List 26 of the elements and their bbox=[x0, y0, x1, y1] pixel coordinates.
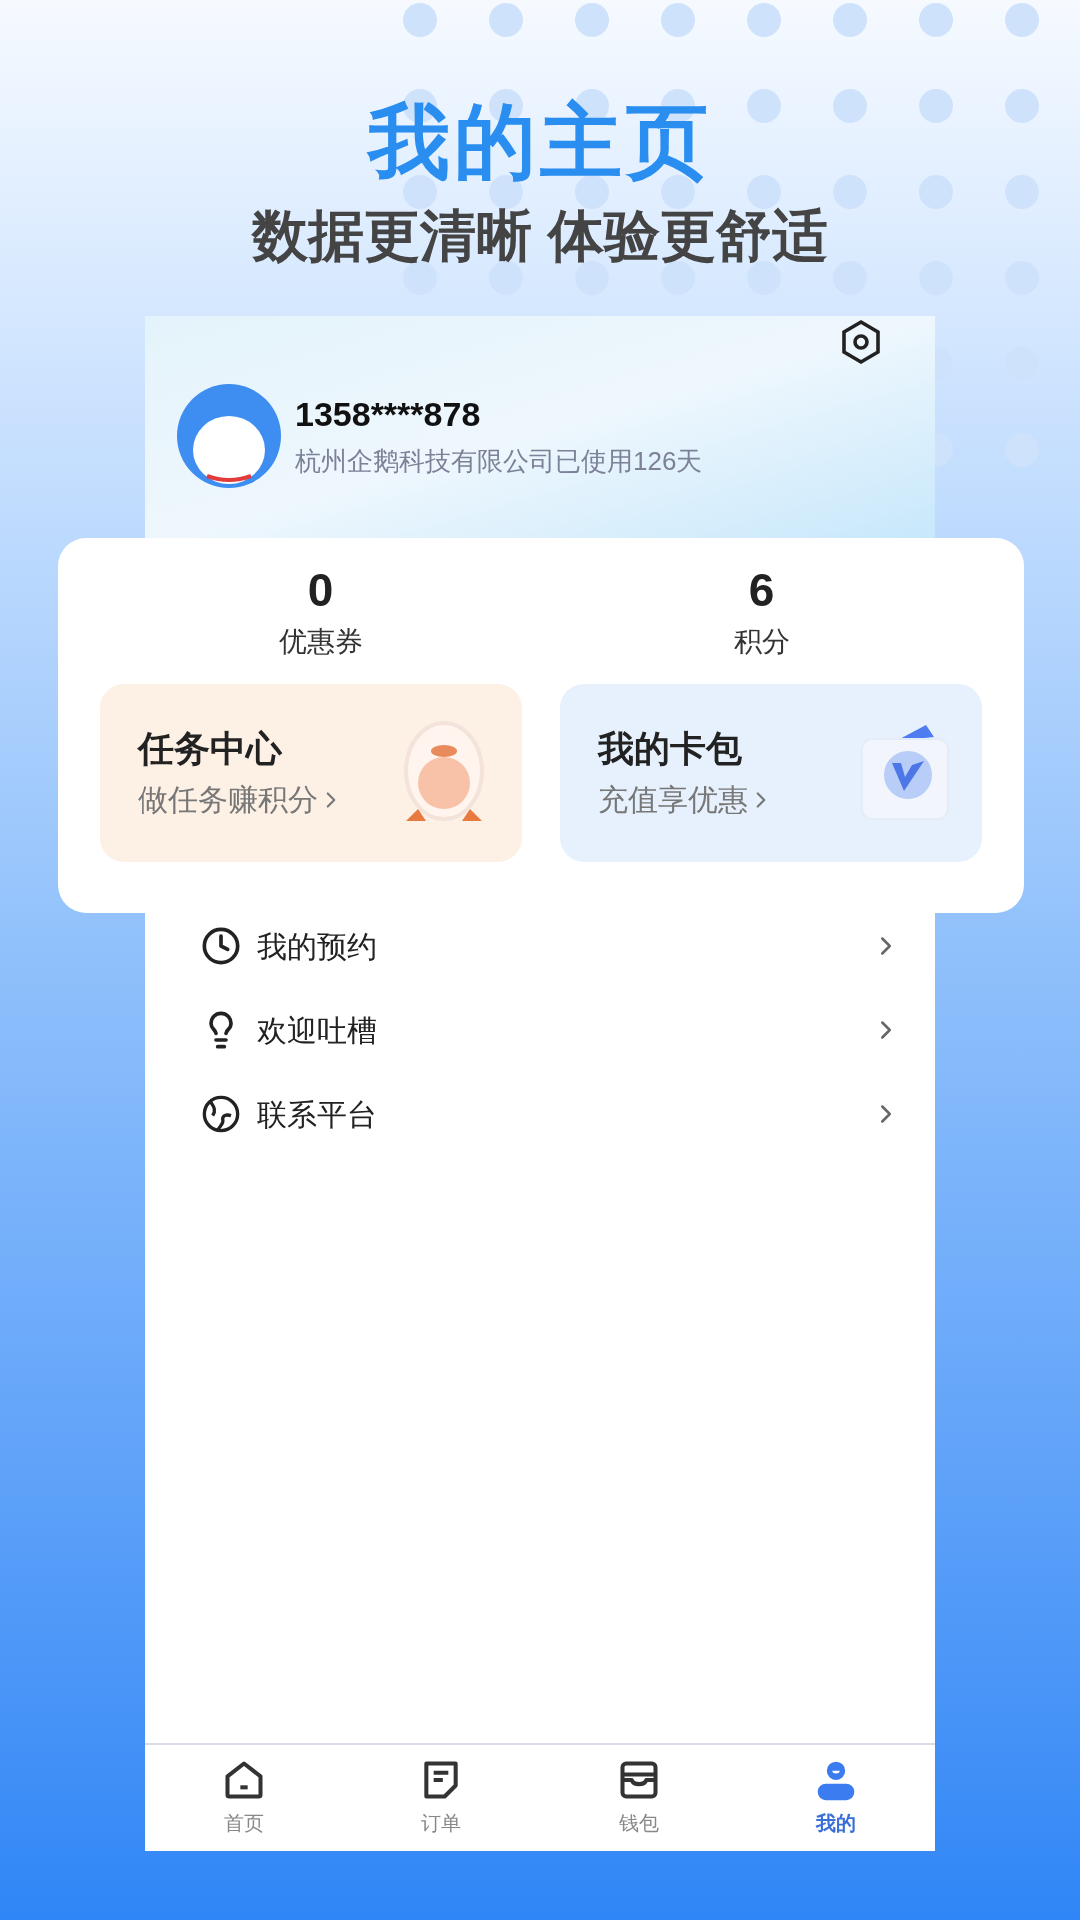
stat-value: 6 bbox=[748, 563, 775, 618]
phone-number: 1358****878 bbox=[295, 394, 482, 435]
tab-item[interactable]: 订单 bbox=[342, 1758, 540, 1838]
hero-title: 我的主页 bbox=[368, 95, 712, 189]
hero-subtitle: 数据更清晰 体验更舒适 bbox=[252, 203, 828, 269]
stat-label: 优惠券 bbox=[278, 625, 363, 659]
tab-item[interactable]: 首页 bbox=[145, 1758, 343, 1838]
menu-label: 联系平台 bbox=[257, 1096, 378, 1133]
menu-item[interactable]: 我的预约 bbox=[145, 918, 935, 974]
promo-card[interactable]: 我的卡包 充值享优惠 bbox=[560, 684, 982, 862]
stat-label: 积分 bbox=[733, 625, 790, 659]
promo-subtitle: 充值享优惠 bbox=[598, 782, 748, 818]
promo-card[interactable]: 任务中心 做任务赚积分 bbox=[100, 684, 522, 862]
tab-item[interactable]: 我的 bbox=[737, 1758, 935, 1838]
menu-item[interactable]: 欢迎吐槽 bbox=[145, 1002, 935, 1058]
promo-subtitle: 做任务赚积分 bbox=[138, 782, 318, 818]
menu-label: 我的预约 bbox=[257, 928, 378, 965]
tab-item[interactable]: 钱包 bbox=[540, 1758, 738, 1838]
account-note: 杭州企鹅科技有限公司已使用126天 bbox=[295, 445, 703, 478]
menu-label: 欢迎吐槽 bbox=[257, 1012, 378, 1049]
globe-icon bbox=[201, 1094, 241, 1134]
clock-icon bbox=[201, 926, 241, 966]
stat-value: 0 bbox=[307, 563, 334, 618]
menu-item[interactable]: 联系平台 bbox=[145, 1086, 935, 1142]
promo-title: 我的卡包 bbox=[598, 727, 743, 771]
promo-title: 任务中心 bbox=[138, 727, 283, 771]
